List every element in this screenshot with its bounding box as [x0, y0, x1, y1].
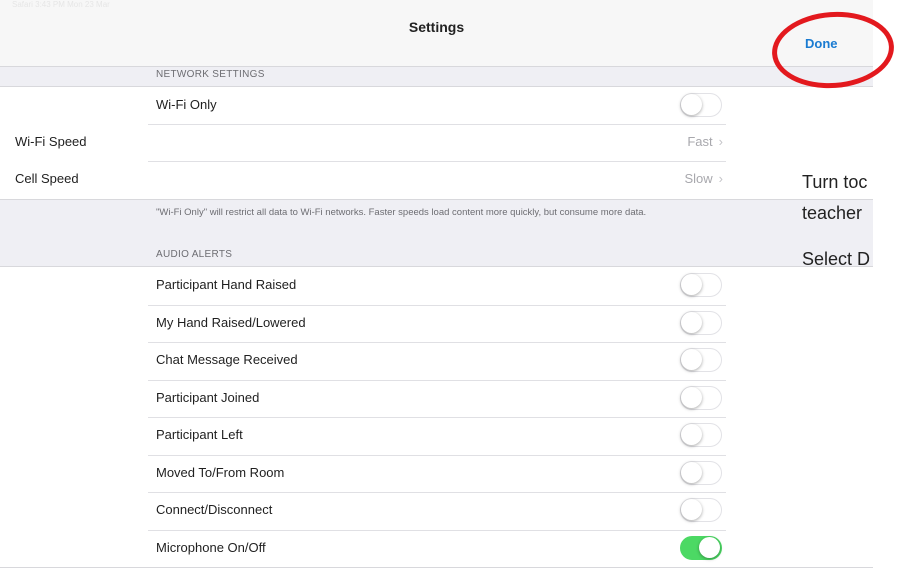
audio-alert-row: Participant Left — [0, 417, 873, 454]
audio-alert-row: Connect/Disconnect — [0, 492, 873, 529]
toggle-knob — [681, 462, 702, 483]
toggle-knob — [681, 424, 702, 445]
audio-alert-label: Participant Hand Raised — [156, 277, 297, 292]
navigation-bar: Settings Done — [0, 10, 873, 67]
cell-speed-value: Slow — [684, 171, 713, 186]
audio-alerts-header: AUDIO ALERTS — [156, 249, 233, 260]
audio-alert-toggle[interactable] — [680, 273, 722, 297]
audio-alert-toggle[interactable] — [680, 311, 722, 335]
audio-alert-toggle[interactable] — [680, 461, 722, 485]
audio-alert-label: Chat Message Received — [156, 352, 298, 367]
wifi-speed-row[interactable]: Wi-Fi Speed Fast › — [0, 124, 873, 161]
chevron-right-icon: › — [718, 134, 723, 149]
audio-alert-toggle[interactable] — [680, 348, 722, 372]
cell-speed-label: Cell Speed — [15, 171, 79, 186]
audio-alert-toggle[interactable] — [680, 386, 722, 410]
wifi-speed-label: Wi-Fi Speed — [15, 134, 87, 149]
toggle-knob — [699, 537, 720, 558]
audio-alert-label: Participant Left — [156, 427, 243, 442]
toggle-knob — [681, 387, 702, 408]
audio-alert-row: Microphone On/Off — [0, 530, 873, 567]
audio-alert-toggle[interactable] — [680, 423, 722, 447]
audio-alert-row: Participant Joined — [0, 380, 873, 417]
audio-alerts-group: Participant Hand Raised My Hand Raised/Lo… — [0, 266, 873, 568]
toggle-knob — [681, 94, 702, 115]
toggle-knob — [681, 499, 702, 520]
toggle-knob — [681, 349, 702, 370]
audio-alert-label: Participant Joined — [156, 390, 260, 405]
cell-speed-value-wrap: Slow › — [684, 171, 723, 186]
network-settings-header: NETWORK SETTINGS — [156, 69, 265, 80]
audio-alert-row: Moved To/From Room — [0, 455, 873, 492]
network-settings-group: Wi-Fi Only Wi-Fi Speed Fast › Cell Speed … — [0, 86, 873, 200]
cell-speed-row[interactable]: Cell Speed Slow › — [0, 161, 873, 198]
audio-alert-label: Microphone On/Off — [156, 540, 266, 555]
wifi-only-toggle[interactable] — [680, 93, 722, 117]
audio-alert-toggle[interactable] — [680, 498, 722, 522]
audio-alert-label: Connect/Disconnect — [156, 502, 273, 517]
wifi-speed-value: Fast — [687, 134, 713, 149]
page-title: Settings — [408, 19, 465, 35]
network-footer-note: "Wi-Fi Only" will restrict all data to W… — [156, 207, 647, 218]
audio-alert-row: Participant Hand Raised — [0, 267, 873, 304]
audio-alert-row: My Hand Raised/Lowered — [0, 305, 873, 342]
toggle-knob — [681, 274, 702, 295]
instruction-line-1: Turn toc — [802, 172, 868, 192]
settings-screen: Safari 3:43 PM Mon 23 Mar Settings Done … — [0, 0, 873, 568]
instruction-line-2: teacher — [802, 203, 863, 223]
wifi-only-label: Wi-Fi Only — [156, 97, 217, 112]
instruction-line-3: Select D — [802, 249, 871, 269]
wifi-speed-value-wrap: Fast › — [687, 134, 723, 149]
audio-alert-toggle[interactable] — [680, 536, 722, 560]
audio-alert-label: My Hand Raised/Lowered — [156, 315, 306, 330]
audio-alert-label: Moved To/From Room — [156, 465, 285, 480]
toggle-knob — [681, 312, 702, 333]
chevron-right-icon: › — [718, 171, 723, 186]
page: Safari 3:43 PM Mon 23 Mar Settings Done … — [0, 0, 897, 568]
wifi-only-row: Wi-Fi Only — [0, 87, 873, 124]
audio-alert-row: Chat Message Received — [0, 342, 873, 379]
